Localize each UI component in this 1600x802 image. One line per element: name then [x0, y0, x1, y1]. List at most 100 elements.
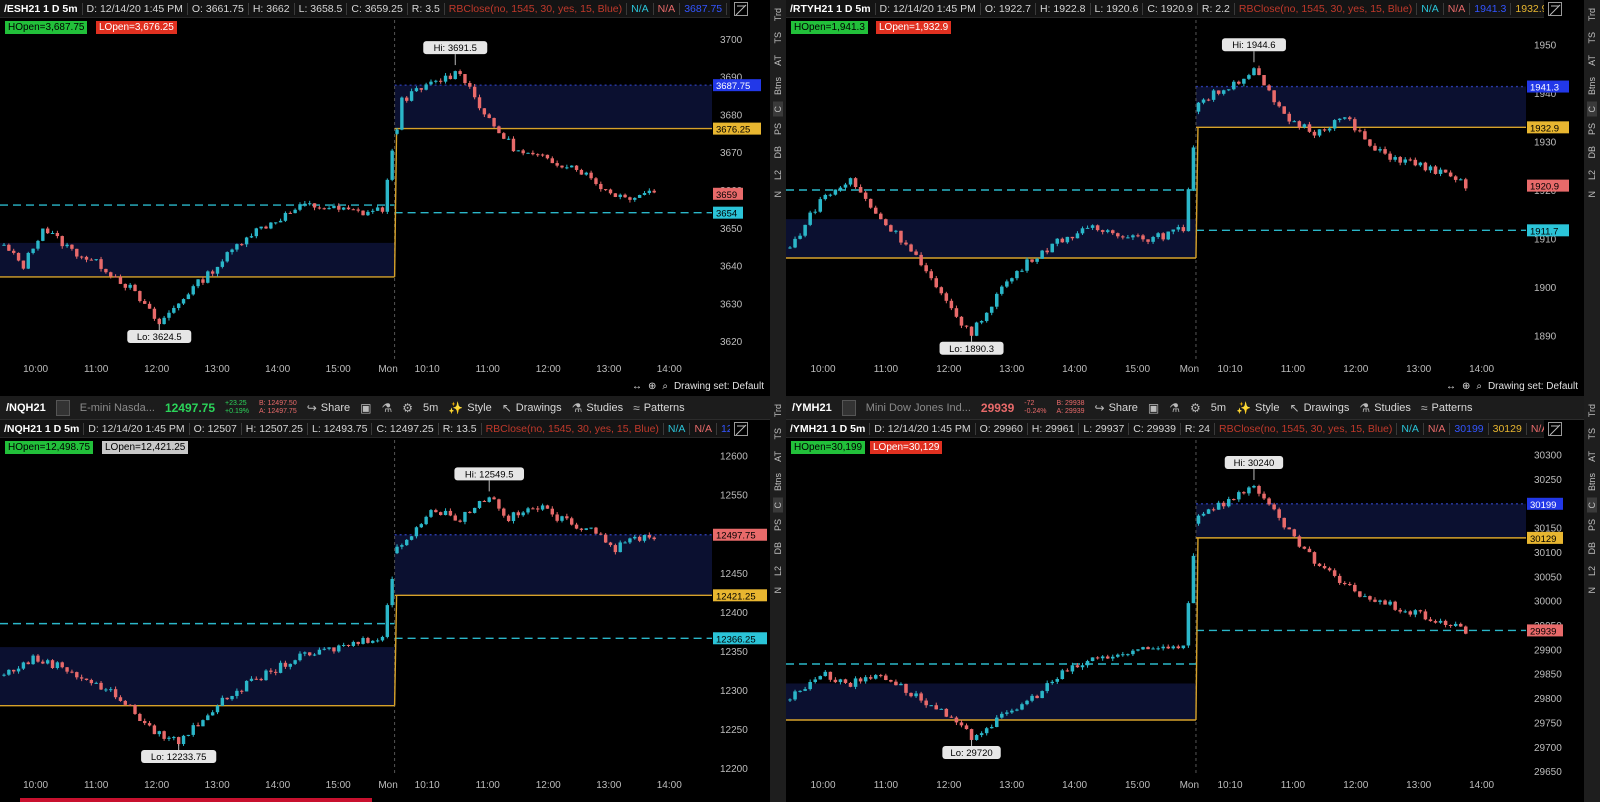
timeframe-selector[interactable]: 5m	[1211, 402, 1226, 414]
sidebar-tab-db[interactable]: DB	[1587, 538, 1597, 559]
zoom-icon[interactable]: ⌕	[662, 381, 668, 392]
studies-button[interactable]: ⚗ Studies	[1359, 401, 1410, 415]
candle	[603, 534, 608, 543]
sidebar-tab-c[interactable]: C	[773, 101, 783, 117]
sidebar-tab-trd[interactable]: Trd	[1587, 400, 1597, 421]
style-button[interactable]: ✨ Style	[448, 401, 491, 415]
sidebar-tab-n[interactable]: N	[773, 187, 783, 202]
sidebar-tab-ps[interactable]: PS	[773, 515, 783, 535]
snapshot-button[interactable]: ▣	[1148, 401, 1159, 415]
sidebar-tab-trd[interactable]: Trd	[773, 400, 783, 421]
draw-tool-icon[interactable]	[734, 2, 748, 16]
x-tick-label: 15:00	[326, 364, 351, 375]
zoom-icon[interactable]: ⌕	[1476, 381, 1482, 392]
sidebar-tab-at[interactable]: AT	[773, 447, 783, 466]
patterns-button[interactable]: ≈ Patterns	[633, 401, 685, 415]
settings-button[interactable]: ⚙	[402, 401, 413, 415]
sidebar-tab-c[interactable]: C	[773, 497, 783, 513]
sidebar-tab-ts[interactable]: TS	[1587, 28, 1597, 48]
draw-tool-icon[interactable]	[1548, 2, 1562, 16]
sidebar-tab-c[interactable]: C	[1587, 101, 1597, 117]
pan-icon[interactable]: ↔	[632, 381, 642, 392]
sidebar-tab-db[interactable]: DB	[773, 538, 783, 559]
settings-button[interactable]: ⚙	[1190, 401, 1201, 415]
candle	[540, 154, 545, 156]
sidebar-tab-n[interactable]: N	[773, 583, 783, 598]
share-button[interactable]: ↪ Share	[307, 401, 350, 415]
sidebar-tab-l2[interactable]: L2	[773, 562, 783, 580]
pan-icon[interactable]: ↔	[1446, 381, 1456, 392]
sidebar-tab-btns[interactable]: Btns	[773, 73, 783, 99]
studies-button[interactable]: ⚗ Studies	[572, 401, 623, 415]
draw-tool-icon[interactable]	[1548, 422, 1562, 436]
sidebar-tab-l2[interactable]: L2	[773, 166, 783, 184]
sidebar-tab-ps[interactable]: PS	[773, 119, 783, 139]
sidebar-tab-ts[interactable]: TS	[773, 424, 783, 444]
sidebar-tab-at[interactable]: AT	[1587, 51, 1597, 70]
candle	[964, 325, 969, 327]
candle	[21, 260, 26, 269]
gear-icon: ⚙	[1190, 400, 1201, 415]
flask-button[interactable]: ⚗	[1169, 401, 1180, 415]
crosshair-icon[interactable]: ⊕	[1462, 381, 1470, 392]
crosshair-icon[interactable]: ⊕	[648, 381, 656, 392]
candle	[1398, 157, 1402, 163]
draw-tool-icon[interactable]	[734, 422, 748, 436]
sidebar-tab-n[interactable]: N	[1587, 187, 1597, 202]
sidebar-tab-db[interactable]: DB	[1587, 142, 1597, 163]
sidebar-tab-ts[interactable]: TS	[1587, 424, 1597, 444]
symbol-selector[interactable]: /NQH21	[6, 402, 46, 414]
sidebar-tab-l2[interactable]: L2	[1587, 166, 1597, 184]
candle	[45, 228, 50, 234]
candle	[919, 254, 923, 266]
sidebar-tab-ts[interactable]: TS	[773, 28, 783, 48]
candle	[959, 722, 964, 726]
candle	[269, 222, 273, 229]
candle	[1348, 584, 1352, 586]
x-tick-label: 14:00	[265, 780, 290, 791]
patterns-button[interactable]: ≈ Patterns	[1421, 401, 1473, 415]
sidebar-tab-db[interactable]: DB	[773, 142, 783, 163]
snapshot-button[interactable]: ▣	[360, 401, 371, 415]
sidebar-tab-trd[interactable]: Trd	[1587, 4, 1597, 25]
sidebar-tab-l2[interactable]: L2	[1587, 562, 1597, 580]
sidebar-tab-btns[interactable]: Btns	[1587, 73, 1597, 99]
candle	[1423, 611, 1428, 620]
studies-icon: ⚗	[571, 400, 583, 415]
x-tick-label: 14:00	[265, 364, 290, 375]
drawings-button[interactable]: ↖ Drawings	[502, 401, 562, 415]
symbol-dropdown-icon[interactable]	[841, 399, 856, 416]
style-button[interactable]: ✨ Style	[1236, 401, 1279, 415]
share-button[interactable]: ↪ Share	[1095, 401, 1138, 415]
drawings-button[interactable]: ↖ Drawings	[1290, 401, 1350, 415]
sidebar-tab-btns[interactable]: Btns	[773, 469, 783, 495]
lopen-tag: LOpen=12,421.25	[102, 441, 189, 454]
candle	[1373, 145, 1377, 151]
sidebar-tab-btns[interactable]: Btns	[1587, 469, 1597, 495]
flask-button[interactable]: ⚗	[381, 401, 392, 415]
candle	[574, 165, 579, 170]
symbol-selector[interactable]: /YMH21	[792, 402, 832, 414]
x-tick-label: Mon	[1180, 364, 1199, 375]
candle	[526, 152, 530, 154]
timeframe-selector[interactable]: 5m	[423, 402, 438, 414]
sidebar-tab-ps[interactable]: PS	[1587, 119, 1597, 139]
candle	[1226, 499, 1231, 507]
candle	[123, 283, 128, 288]
sidebar-tab-n[interactable]: N	[1587, 583, 1597, 598]
sidebar-tab-trd[interactable]: Trd	[773, 4, 783, 25]
sidebar-tab-ps[interactable]: PS	[1587, 515, 1597, 535]
candle	[570, 165, 574, 168]
sidebar-tab-at[interactable]: AT	[773, 51, 783, 70]
symbol-dropdown-icon[interactable]	[55, 399, 70, 416]
candle	[1015, 709, 1019, 711]
sidebar-tab-at[interactable]: AT	[1587, 447, 1597, 466]
sidebar-tab-c[interactable]: C	[1587, 497, 1597, 513]
candle	[1312, 131, 1317, 136]
share-button-label: Share	[1108, 401, 1138, 414]
candle	[283, 212, 288, 221]
candle	[969, 729, 974, 740]
x-tick-label: 14:00	[1062, 364, 1087, 375]
candle	[240, 690, 244, 692]
candle	[1060, 670, 1065, 680]
